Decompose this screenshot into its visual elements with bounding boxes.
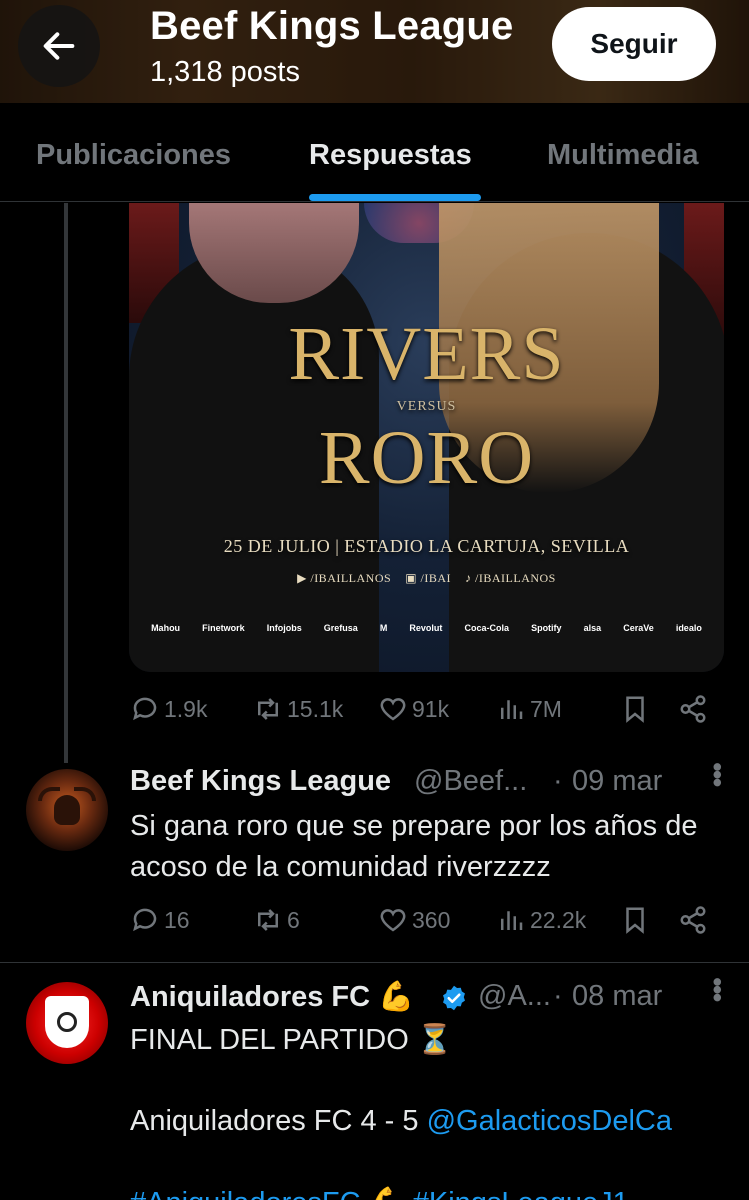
avatar-skull: [54, 795, 80, 825]
reply-count: 1.9k: [164, 695, 208, 722]
repost-count: 15.1k: [287, 695, 344, 722]
poster-social: ▶ /IBAILLANOS: [297, 571, 392, 585]
like-button[interactable]: 91k: [378, 694, 449, 724]
separator-dot: ·: [553, 980, 563, 1012]
poster-title-rivers: RIVERS: [288, 312, 565, 396]
sponsor-logo: M: [379, 623, 388, 633]
sponsor-logo: Mahou: [151, 623, 181, 633]
author-handle[interactable]: @Beef...: [414, 765, 527, 798]
avatar-ball: [57, 1012, 77, 1032]
tab-respuestas[interactable]: Respuestas: [309, 139, 472, 172]
share-button[interactable]: [678, 905, 708, 935]
views-button[interactable]: 22.2k: [496, 905, 586, 935]
poster-sponsors: Mahou Finetwork Infojobs Grefusa M Revol…: [129, 623, 724, 633]
poster-event-details: 25 DE JULIO | ESTADIO LA CARTUJA, SEVILL…: [223, 536, 630, 556]
post-actions: 16 6 360 22.2k: [0, 905, 749, 945]
reply-button[interactable]: 16: [130, 905, 190, 935]
analytics-icon: [501, 911, 523, 930]
like-button[interactable]: 360: [378, 905, 450, 935]
mention-link[interactable]: @GalacticosDelCa: [427, 1105, 672, 1137]
post-date[interactable]: 08 mar: [572, 980, 662, 1013]
separator-dot: ·: [553, 765, 563, 797]
post-media-image[interactable]: RIVERS VERSUS RORO 25 DE JULIO | ESTADIO…: [129, 203, 724, 672]
heart-icon: [380, 909, 406, 932]
post-actions: 1.9k 15.1k 91k 7M: [0, 694, 749, 734]
author-name[interactable]: Beef Kings League: [130, 765, 391, 798]
repost-icon: [258, 698, 278, 720]
share-button[interactable]: [678, 694, 708, 724]
active-tab-indicator: [309, 194, 481, 201]
more-options-icon[interactable]: •••: [701, 977, 733, 1000]
more-options-icon[interactable]: •••: [701, 762, 733, 785]
analytics-icon: [501, 700, 523, 719]
sponsor-logo: Coca-Cola: [464, 623, 509, 633]
views-count: 22.2k: [530, 906, 587, 933]
poster-social: ▣ /IBAI: [405, 571, 452, 585]
heart-icon: [380, 698, 406, 721]
reply-icon: [133, 908, 157, 932]
thread-connector-line: [64, 203, 68, 763]
sponsor-logo: Grefusa: [323, 623, 358, 633]
post-count: 1,318 posts: [150, 56, 300, 88]
post-text-line: Aniquiladores FC 4 - 5 @GalacticosDelCa: [130, 1101, 672, 1142]
repost-button[interactable]: 15.1k: [253, 694, 343, 724]
profile-header: Beef Kings League 1,318 posts Seguir: [0, 0, 749, 103]
follow-button[interactable]: Seguir: [552, 7, 716, 81]
poster-social: ♪ /IBAILLANOS: [465, 571, 556, 585]
repost-count: 6: [287, 906, 300, 933]
reply-button[interactable]: 1.9k: [130, 694, 207, 724]
sponsor-logo: idealo: [675, 623, 702, 633]
sponsor-logo: Spotify: [531, 623, 562, 633]
score-text: Aniquiladores FC 4 - 5: [130, 1105, 427, 1137]
share-icon: [680, 906, 706, 934]
sponsor-logo: CeraVe: [623, 623, 654, 633]
avatar-aniquiladores-fc[interactable]: [26, 982, 108, 1064]
tab-publicaciones[interactable]: Publicaciones: [36, 139, 231, 172]
share-icon: [680, 695, 706, 723]
poster-versus: VERSUS: [396, 399, 457, 414]
reply-count: 16: [164, 906, 190, 933]
post-text-line: FINAL DEL PARTIDO ⏳: [130, 1024, 453, 1056]
avatar-horn: [74, 787, 96, 801]
bookmark-button[interactable]: [620, 905, 650, 935]
sponsor-logo: Revolut: [409, 623, 443, 633]
arrow-left-icon: [43, 32, 75, 60]
verified-badge-icon: [443, 985, 465, 1011]
back-button[interactable]: [18, 5, 100, 87]
bookmark-icon: [626, 696, 644, 723]
hashtag-line[interactable]: #AniquiladoresFC 💪 #KingsLeagueJ1: [130, 1183, 629, 1200]
avatar-beef-kings-league[interactable]: [26, 769, 108, 851]
bookmark-icon: [626, 907, 644, 934]
repost-icon: [258, 909, 278, 931]
sponsor-logo: Finetwork: [202, 623, 245, 633]
poster-socials: ▶ /IBAILLANOS ▣ /IBAI ♪ /IBAILLANOS: [129, 571, 724, 586]
sponsor-logo: alsa: [583, 623, 602, 633]
post-date[interactable]: 09 mar: [572, 765, 662, 798]
author-name[interactable]: Aniquiladores FC 💪: [130, 980, 414, 1014]
post-text: Si gana roro que se prepare por los años…: [130, 810, 698, 883]
views-button[interactable]: 7M: [496, 694, 562, 724]
sponsor-logo: Infojobs: [266, 623, 302, 633]
author-handle[interactable]: @A...: [478, 980, 551, 1013]
profile-name: Beef Kings League: [150, 4, 514, 48]
tab-multimedia[interactable]: Multimedia: [547, 139, 698, 172]
like-count: 91k: [412, 695, 450, 722]
bookmark-button[interactable]: [620, 694, 650, 724]
views-count: 7M: [530, 695, 562, 722]
like-count: 360: [412, 906, 451, 933]
repost-button[interactable]: 6: [253, 905, 300, 935]
reply-icon: [133, 697, 157, 721]
poster-title-roro: RORO: [318, 416, 535, 500]
post-divider: [0, 962, 749, 963]
profile-tabs: Publicaciones Respuestas Multimedia: [0, 103, 749, 202]
